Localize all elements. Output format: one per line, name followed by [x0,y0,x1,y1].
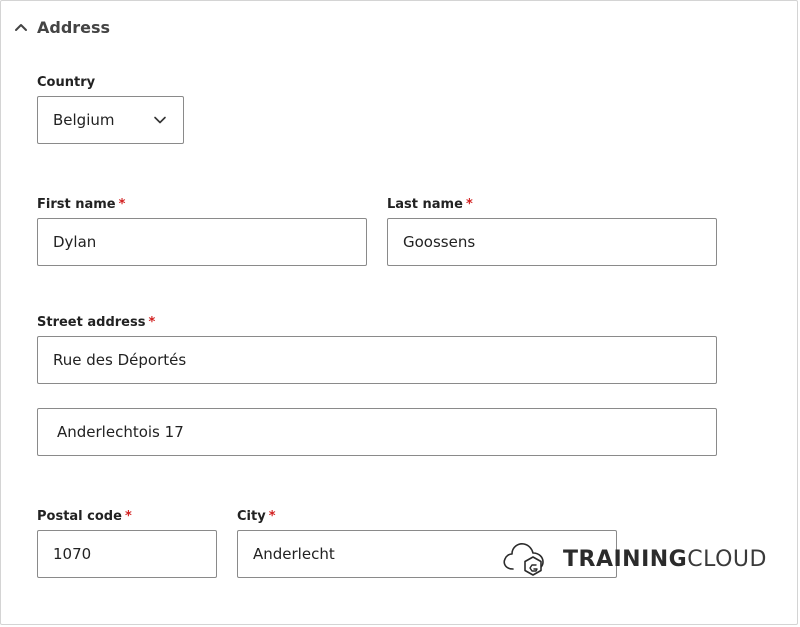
brand-light-text: CLOUD [687,546,767,572]
postal-code-value: 1070 [53,545,92,563]
postal-code-label-text: Postal code [37,509,122,524]
required-marker: * [118,197,126,212]
first-name-label: First name * [37,197,125,212]
required-marker: * [268,509,276,524]
country-label-text: Country [37,75,96,90]
last-name-value: Goossens [403,233,476,251]
city-label-text: City [237,509,266,524]
street-address-label-text: Street address [37,315,146,330]
country-select[interactable]: Belgium [37,96,184,144]
required-marker: * [124,509,132,524]
postal-code-input[interactable]: 1070 [37,530,217,578]
street-line1-value: Rue des Déportés [53,351,187,369]
first-name-label-text: First name [37,197,116,212]
street-address-line1-input[interactable]: Rue des Déportés [37,336,717,384]
country-value: Belgium [53,111,115,129]
chevron-down-icon [153,113,167,131]
trainingcloud-watermark: TRAININGCLOUD [501,539,767,579]
brand-bold-text: TRAINING [563,546,688,572]
address-panel: Address Country Belgium First name * Dyla… [0,0,798,625]
last-name-label: Last name * [387,197,473,212]
chevron-up-icon [13,19,29,35]
first-name-input[interactable]: Dylan [37,218,367,266]
city-label: City * [237,509,276,524]
country-label: Country [37,75,95,90]
last-name-input[interactable]: Goossens [387,218,717,266]
first-name-value: Dylan [53,233,97,251]
last-name-label-text: Last name [387,197,463,212]
street-address-label: Street address * [37,315,155,330]
street-address-line2-input[interactable]: Anderlechtois 17 [37,408,717,456]
postal-code-label: Postal code * [37,509,132,524]
brand-wordmark: TRAININGCLOUD [563,547,767,572]
required-marker: * [465,197,473,212]
street-line2-value: Anderlechtois 17 [57,423,184,441]
required-marker: * [148,315,156,330]
city-value: Anderlecht [253,545,335,563]
cloud-logo-icon [501,537,547,581]
section-title: Address [37,17,111,37]
section-toggle[interactable]: Address [13,15,110,39]
